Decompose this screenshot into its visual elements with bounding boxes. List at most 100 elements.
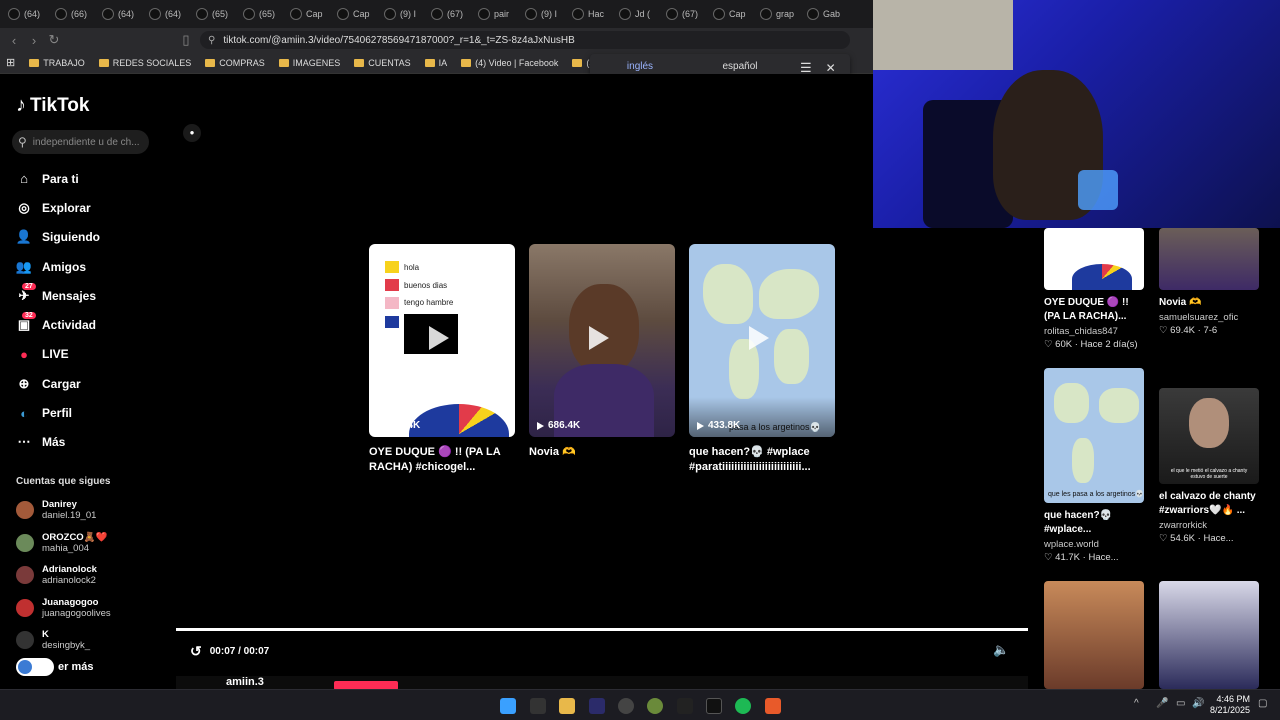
epic-games-icon[interactable]: [530, 698, 546, 714]
forward-icon[interactable]: ›: [24, 33, 44, 48]
nav-item-mensajes[interactable]: ✈ 27 Mensajes: [16, 281, 161, 310]
video-progress-bar[interactable]: [176, 628, 1028, 631]
video-card[interactable]: hola buenos dias tengo hambre 429.4K OYE…: [369, 244, 515, 475]
browser-tab[interactable]: (9) I: [380, 3, 427, 25]
nav-item-para-ti[interactable]: ⌂ Para ti: [16, 164, 161, 193]
bookmark-icon[interactable]: ▯: [176, 32, 196, 48]
close-icon[interactable]: ✕: [826, 61, 836, 75]
bookmark-item[interactable]: IA: [424, 58, 447, 68]
reco-item[interactable]: [1044, 581, 1144, 689]
reco-item[interactable]: el que le metió el calvazo a chanty estu…: [1159, 388, 1259, 544]
video-title[interactable]: OYE DUQUE 🟣 !! (PA LA RACHA) #chicogel..…: [369, 445, 515, 475]
author-name[interactable]: amiin.3: [226, 676, 264, 688]
bookmark-item[interactable]: IMAGENES: [278, 58, 340, 68]
reco-title[interactable]: Novia 🫶: [1159, 296, 1259, 310]
reco-title[interactable]: OYE DUQUE 🟣 !! (PA LA RACHA)...: [1044, 296, 1144, 324]
spotify-icon[interactable]: [735, 698, 751, 714]
back-icon[interactable]: ‹: [4, 33, 24, 48]
reco-user[interactable]: wplace.world: [1044, 539, 1144, 550]
reload-icon[interactable]: ↻: [44, 32, 64, 48]
browser-tab[interactable]: (65): [192, 3, 239, 25]
notification-icon[interactable]: ▢: [1258, 698, 1267, 709]
browser-tab[interactable]: (67): [427, 3, 474, 25]
video-title[interactable]: Novia 🫶: [529, 445, 675, 460]
file-explorer-icon[interactable]: [559, 698, 575, 714]
video-title[interactable]: que hacen?💀 #wplace #parat​iiiiiiiiiiiii…: [689, 445, 835, 475]
video-thumbnail[interactable]: hola buenos dias tengo hambre 429.4K: [369, 244, 515, 437]
following-account[interactable]: Kdesingbyk_: [16, 624, 161, 657]
reco-title[interactable]: el calvazo de chanty #zwarriors🤍🔥 ...: [1159, 490, 1259, 518]
following-account[interactable]: Adrianolock adrianolock2: [16, 559, 161, 592]
reco-item[interactable]: OYE DUQUE 🟣 !! (PA LA RACHA)... rolitas_…: [1044, 228, 1144, 350]
browser-tab[interactable]: Jd (: [615, 3, 662, 25]
browser-tab[interactable]: (66): [51, 3, 98, 25]
browser-tab[interactable]: Gab: [803, 3, 850, 25]
following-account[interactable]: OROZCO🧸❤️ mahia_004: [16, 527, 161, 560]
nav-item-explorar[interactable]: ◎ Explorar: [16, 193, 161, 222]
reco-thumbnail[interactable]: que les pasa a los argetinos💀: [1044, 368, 1144, 503]
browser-tab[interactable]: (64): [98, 3, 145, 25]
browser-tab[interactable]: (9) I: [521, 3, 568, 25]
volume-icon[interactable]: 🔈: [993, 642, 1009, 658]
mic-icon[interactable]: 🎤: [1156, 698, 1168, 709]
nav-item-cargar[interactable]: ⊕ Cargar: [16, 369, 161, 398]
scroll-indicator-icon[interactable]: ●: [183, 124, 201, 142]
toggle-pill[interactable]: [16, 658, 54, 676]
video-card[interactable]: pasa a los argetinos💀 433.8K que hacen?💀…: [689, 244, 835, 475]
video-thumbnail[interactable]: 686.4K: [529, 244, 675, 437]
browser-tab[interactable]: Hac: [568, 3, 615, 25]
see-more-link[interactable]: er más: [16, 658, 93, 676]
reco-item[interactable]: [1159, 581, 1259, 689]
obs-icon[interactable]: [618, 698, 634, 714]
nav-item-siguiendo[interactable]: 👤 Siguiendo: [16, 223, 161, 252]
reco-thumbnail[interactable]: el que le metió el calvazo a chanty estu…: [1159, 388, 1259, 484]
tiktok-logo[interactable]: ♪ TikTok: [16, 94, 89, 117]
apps-grid-icon[interactable]: ⊞: [6, 56, 15, 69]
reco-thumbnail[interactable]: [1159, 228, 1259, 290]
reco-thumbnail[interactable]: [1044, 228, 1144, 290]
browser-tab[interactable]: Cap: [333, 3, 380, 25]
reco-user[interactable]: samuelsuarez_ofic: [1159, 312, 1259, 323]
browser-tab[interactable]: (65): [239, 3, 286, 25]
nav-item-live[interactable]: ● LIVE: [16, 340, 161, 369]
xbox-icon[interactable]: [647, 698, 663, 714]
nav-item-más[interactable]: ⋯ Más: [16, 428, 161, 457]
url-field[interactable]: ⚲ tiktok.com/@amiin.3/video/754062785694…: [200, 31, 850, 49]
browser-tab[interactable]: Cap: [709, 3, 756, 25]
windows-start-icon[interactable]: [500, 698, 516, 714]
search-input[interactable]: ⚲ independiente u de ch...: [12, 130, 149, 154]
reco-item[interactable]: que les pasa a los argetinos💀 que hacen?…: [1044, 368, 1144, 563]
reco-user[interactable]: zwarrorkick: [1159, 520, 1259, 531]
bookmark-item[interactable]: TRABAJO: [29, 58, 85, 68]
replay-icon[interactable]: ↺: [190, 643, 202, 660]
bookmark-item[interactable]: (4) Video | Facebook: [461, 58, 558, 68]
browser-tab[interactable]: Cap: [286, 3, 333, 25]
following-account[interactable]: Juanagogoo juanagogoolives: [16, 592, 161, 625]
premiere-icon[interactable]: [589, 698, 605, 714]
capcut-icon[interactable]: [677, 698, 693, 714]
nav-item-perfil[interactable]: ◐ Perfil: [16, 398, 161, 427]
reco-user[interactable]: rolitas_chidas847: [1044, 326, 1144, 337]
bookmark-item[interactable]: REDES SOCIALES: [98, 58, 191, 68]
terminal-icon[interactable]: [706, 698, 722, 714]
reco-title[interactable]: que hacen?💀 #wplace...: [1044, 509, 1144, 537]
reco-thumbnail[interactable]: [1044, 581, 1144, 689]
browser-tab[interactable]: grap: [756, 3, 803, 25]
reco-item[interactable]: Novia 🫶 samuelsuarez_ofic ♡ 69.4K · 7-6: [1159, 228, 1259, 336]
video-card[interactable]: 686.4K Novia 🫶: [529, 244, 675, 460]
bookmark-item[interactable]: CUENTAS: [354, 58, 411, 68]
bookmark-item[interactable]: COMPRAS: [205, 58, 265, 68]
following-account[interactable]: Danirey daniel.19_01: [16, 494, 161, 527]
brave-icon[interactable]: [765, 698, 781, 714]
reco-thumbnail[interactable]: [1159, 581, 1259, 689]
tray-chevron-icon[interactable]: ^: [1134, 698, 1139, 709]
browser-tab[interactable]: (64): [145, 3, 192, 25]
system-clock[interactable]: 4:46 PM 8/21/2025: [1208, 694, 1250, 716]
speaker-icon[interactable]: 🔊: [1192, 698, 1204, 709]
site-info-icon[interactable]: ⚲: [208, 35, 215, 46]
browser-tab[interactable]: pair: [474, 3, 521, 25]
browser-tab[interactable]: (64): [4, 3, 51, 25]
nav-item-actividad[interactable]: ▣ 32 Actividad: [16, 310, 161, 339]
nav-item-amigos[interactable]: 👥 Amigos: [16, 252, 161, 281]
browser-tab[interactable]: (67): [662, 3, 709, 25]
